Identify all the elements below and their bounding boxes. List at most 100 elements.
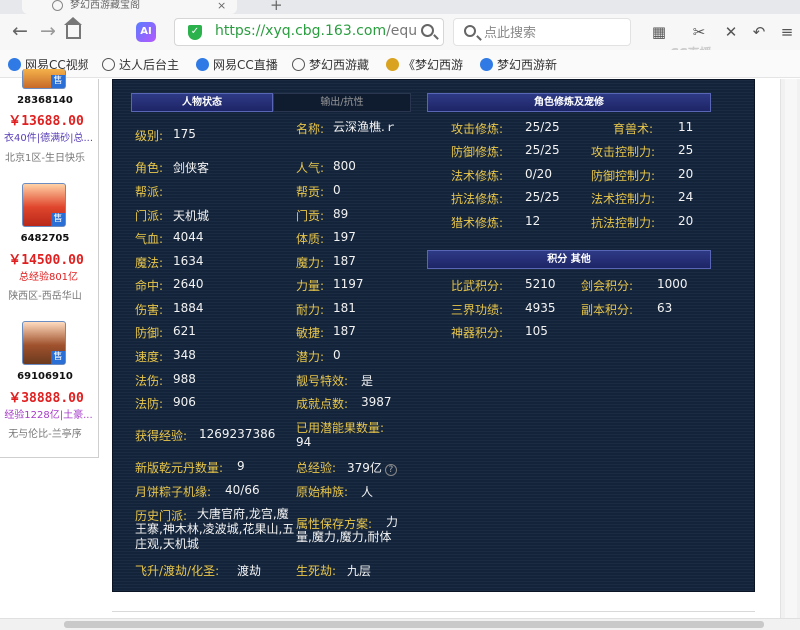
cut-icon[interactable]: ✕ [722,23,740,41]
stat-value: 九层 [347,564,372,578]
horizontal-scrollbar[interactable] [0,618,800,630]
new-tab-icon[interactable]: + [270,0,283,14]
score-value: 1000 [657,277,688,291]
tab-character-status[interactable]: 人物状态 [131,93,273,112]
stat-label: 速度: [135,350,164,364]
stat-value: 天机城 [173,209,210,223]
stat-value: 9 [237,459,245,473]
stat-value: 1884 [173,301,204,315]
bookmark-label: 网易CC直播 [213,58,278,72]
bookmark-item[interactable]: 梦幻西游藏 [292,56,372,72]
bookmark-item[interactable]: 网易CC直播 [196,56,282,72]
listing-server: 无与伦比-兰亭序 [8,429,82,440]
search-box[interactable] [453,18,631,46]
stat-value: 云深渔樵.ｒ [333,120,397,134]
score-label: 三界功绩: [451,303,504,317]
avatar-yellow[interactable]: 售 [22,69,66,89]
for-sale-tag-icon: 售 [51,75,65,88]
listing-note[interactable]: 衣40件|德满砂|总... [0,129,97,144]
search-input[interactable] [484,24,624,42]
cultivation-value: 25/25 [525,190,560,204]
cultivation-value: 0/20 [525,167,552,181]
stat-value: 181 [333,301,356,315]
address-search-icon[interactable] [421,24,434,37]
address-bar[interactable]: ✓ https://xyq.cbg.163.com/equi [174,18,444,46]
stat-value: 0 [333,183,341,197]
listing-note[interactable]: 总经验801亿 [0,268,97,283]
cultivation-value: 11 [678,120,694,134]
stat-value: 988 [173,372,196,386]
secure-shield-icon[interactable]: ✓ [188,25,202,40]
stat-label: 帮派: [135,185,164,199]
bookmark-label: 达人后台主 [119,58,180,72]
ai-assistant-icon[interactable]: AI [136,22,156,42]
cultivation-label: 猎术修炼: [451,216,504,230]
help-question-icon[interactable]: ? [384,464,397,476]
horizontal-scroll-thumb[interactable] [64,621,764,628]
stat-value: 渡劫 [237,564,262,578]
vertical-scroll-thumb[interactable] [785,79,797,618]
stat-label: 总经验: [296,461,337,475]
stat-value: 2640 [173,277,204,291]
listing-note[interactable]: 经验1228亿|土豪... [0,406,97,421]
undo-icon[interactable]: ↶ [750,23,768,41]
listing-id[interactable]: 6482705 [0,233,90,244]
cultivation-header: 角色修炼及宠修 [427,93,711,112]
cc-icon [196,58,209,71]
page-divider [112,611,755,612]
screenshot-scissors-icon[interactable]: ✂ [690,23,708,41]
menu-icon[interactable]: ≡ [778,23,796,41]
score-value: 4935 [525,301,556,315]
browser-tab[interactable]: 梦幻西游藏宝阁 × [22,0,237,14]
stat-value: 94 [296,435,312,449]
stat-label: 帮贡: [296,185,325,199]
cultivation-label: 法术修炼: [451,169,504,183]
total-exp-value: 379亿 [347,461,382,475]
stat-label: 潜力: [296,350,325,364]
cultivation-value: 25 [678,143,694,157]
bookmarks-bar: 网易CC视频 达人后台主 网易CC直播 梦幻西游藏 《梦幻西游 梦幻西游新 [0,50,800,78]
cultivation-label: 育兽术: [613,122,654,136]
back-icon[interactable]: ← [12,21,28,41]
url-text[interactable]: https://xyq.cbg.163.com/equi [215,23,417,39]
bookmark-item[interactable]: 《梦幻西游 [386,56,468,72]
for-sale-tag-icon: 售 [51,213,65,226]
listing-id[interactable]: 69106910 [0,371,90,382]
cultivation-value: 12 [525,214,541,228]
cultivation-label: 攻击修炼: [451,122,504,136]
stat-label: 成就点数: [296,397,349,411]
grid-menu-icon[interactable]: ▦ [650,23,668,41]
cultivation-value: 20 [678,214,694,228]
score-label: 神器积分: [451,326,504,340]
stat-label: 命中: [135,279,164,293]
cultivation-label: 防御修炼: [451,145,504,159]
listing-column: 售 28368140 ￥13688.00 衣40件|德满砂|总... 北京1区-… [0,69,99,458]
bookmark-item[interactable]: 达人后台主 [102,56,182,72]
stat-value: 剑侠客 [173,161,210,175]
stat-label: 名称: [296,122,325,136]
listing-price: ￥38888.00 [8,391,84,406]
stat-label: 新版乾元丹数量: [135,461,224,475]
stat-label: 级别: [135,129,164,143]
cultivation-label: 抗法修炼: [451,192,504,206]
home-icon[interactable] [64,17,82,39]
stat-label: 伤害: [135,303,164,317]
url-host: https://xyq.cbg.163.com [215,23,387,39]
listing-id[interactable]: 28368140 [0,95,90,106]
stat-value: 379亿? [347,459,397,476]
vertical-scrollbar[interactable] [780,79,800,618]
stat-value: 大唐官府,龙宫,魔王寨,神木林,凌波城,花果山,五庄观,天机城 [135,507,295,551]
stat-value: 175 [173,127,196,141]
avatar-brown[interactable]: 售 [22,321,66,365]
stat-value: 906 [173,395,196,409]
cultivation-value: 24 [678,190,694,204]
browser-toolbar: ← → AI ✓ https://xyq.cbg.163.com/equi ▦ … [0,14,800,60]
stat-value: 197 [333,230,356,244]
tab-output-resistance[interactable]: 输出/抗性 [273,93,411,112]
cc-icon [480,58,493,71]
stat-label: 法防: [135,397,164,411]
avatar-red[interactable]: 售 [22,183,66,227]
forward-icon[interactable]: → [40,21,56,41]
bookmark-item[interactable]: 梦幻西游新 [480,56,560,72]
close-tab-icon[interactable]: × [217,0,226,12]
